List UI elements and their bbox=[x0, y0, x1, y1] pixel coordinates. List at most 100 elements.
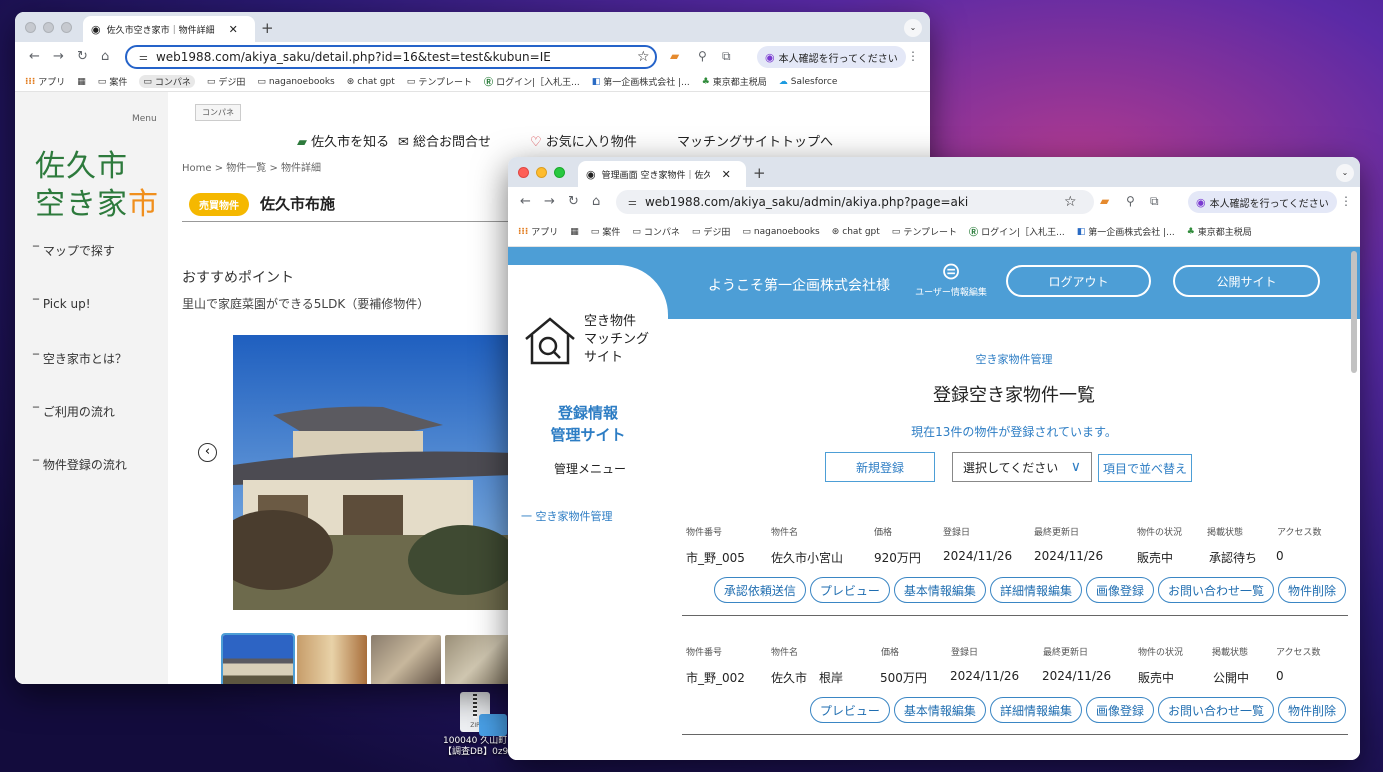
bookmark-star-icon[interactable]: ☆ bbox=[1064, 194, 1077, 210]
thumbnail[interactable] bbox=[297, 635, 367, 684]
side-item-about[interactable]: ‾ 空き家市とは？ bbox=[33, 350, 127, 367]
bookmark-link[interactable]: ◧ 第一企画株式会社 |... bbox=[1077, 225, 1175, 239]
close-tab-icon[interactable]: ✕ bbox=[722, 168, 731, 181]
site-settings-icon[interactable]: ⚌ bbox=[139, 52, 148, 63]
site-settings-icon[interactable]: ⚌ bbox=[628, 197, 637, 208]
inquiry-list-button[interactable]: お問い合わせ一覧 bbox=[1157, 697, 1274, 723]
thumbnail[interactable] bbox=[221, 633, 295, 684]
new-register-button[interactable]: 新規登録 bbox=[825, 452, 935, 482]
nav-matching-top[interactable]: マッチングサイトトップへ bbox=[677, 131, 833, 150]
bookmark-grid-icon[interactable]: ▦ bbox=[77, 77, 86, 87]
home-icon[interactable]: ⌂ bbox=[101, 49, 109, 64]
forward-icon[interactable]: → bbox=[544, 194, 555, 209]
sidebar-item-vacant-house[interactable]: 一 空き家物件管理 bbox=[521, 508, 613, 524]
reload-icon[interactable]: ↻ bbox=[568, 194, 579, 209]
preview-button[interactable]: プレビュー bbox=[809, 697, 890, 723]
nav-contact[interactable]: ✉ 総合お問合せ bbox=[398, 131, 491, 150]
user-edit-button[interactable]: ⊜ ユーザー情報編集 bbox=[911, 257, 991, 298]
admin-logo[interactable]: 空き物件 マッチング サイト bbox=[522, 313, 649, 369]
bookmark-folder[interactable]: ▭ コンパネ bbox=[632, 225, 680, 239]
bookmark-link[interactable]: ♣ 東京都主税局 bbox=[702, 75, 767, 89]
bookmark-apps[interactable]: ⁝⁝⁝ アプリ bbox=[25, 75, 65, 89]
bookmark-folder[interactable]: ▭ テンプレート bbox=[892, 225, 957, 239]
desktop-zip-file[interactable]: ZIP 100040 久山町 【調査DB】0z9山町 bbox=[443, 692, 526, 758]
bookmark-folder[interactable]: ▭ デジ田 bbox=[692, 225, 731, 239]
edit-detail-button[interactable]: 詳細情報編集 bbox=[989, 577, 1082, 603]
image-register-button[interactable]: 画像登録 bbox=[1085, 697, 1154, 723]
edit-basic-button[interactable]: 基本情報編集 bbox=[893, 577, 986, 603]
bookmark-folder[interactable]: ▭ テンプレート bbox=[407, 75, 472, 89]
minimize-window-button[interactable] bbox=[43, 22, 54, 33]
edit-basic-button[interactable]: 基本情報編集 bbox=[893, 697, 986, 723]
nav-favorites[interactable]: ♡ お気に入り物件 bbox=[530, 131, 637, 150]
extension-icon[interactable]: ▰ bbox=[1100, 194, 1109, 208]
bookmark-link[interactable]: ◧ 第一企画株式会社 |... bbox=[592, 75, 690, 89]
home-icon[interactable]: ⌂ bbox=[592, 194, 600, 209]
puzzle-icon[interactable]: ⧉ bbox=[722, 49, 731, 64]
reload-icon[interactable]: ↻ bbox=[77, 49, 88, 64]
bookmark-link[interactable]: ☁ Salesforce bbox=[779, 77, 838, 87]
logout-button[interactable]: ログアウト bbox=[1006, 265, 1151, 297]
preview-button[interactable]: プレビュー bbox=[809, 577, 890, 603]
address-bar[interactable]: ⚌ web1988.com/akiya_saku/admin/akiya.php… bbox=[616, 190, 1094, 214]
delete-property-button[interactable]: 物件削除 bbox=[1277, 697, 1346, 723]
bookmark-folder[interactable]: ▭ コンパネ bbox=[139, 75, 195, 88]
bookmark-link[interactable]: ♣ 東京都主税局 bbox=[1187, 225, 1252, 239]
sort-button[interactable]: 項目で並べ替え bbox=[1098, 454, 1192, 482]
bookmark-folder[interactable]: ▭ naganoebooks bbox=[257, 77, 334, 87]
side-item-register-flow[interactable]: ‾ 物件登録の流れ bbox=[33, 456, 127, 473]
admin-tag[interactable]: コンパネ bbox=[195, 104, 241, 121]
tab-search-button[interactable]: ⌄ bbox=[904, 19, 922, 37]
public-site-button[interactable]: 公開サイト bbox=[1173, 265, 1320, 297]
more-menu-icon[interactable]: ⋮ bbox=[1340, 194, 1352, 208]
site-logo[interactable]: 佐久市 空き家市 bbox=[35, 148, 159, 224]
extension-icon[interactable]: ▰ bbox=[670, 49, 679, 63]
bookmark-apps[interactable]: ⁝⁝⁝ アプリ bbox=[518, 225, 558, 239]
bookmark-folder[interactable]: ▭ naganoebooks bbox=[742, 227, 819, 237]
thumbnail[interactable] bbox=[371, 635, 441, 684]
edit-detail-button[interactable]: 詳細情報編集 bbox=[989, 697, 1082, 723]
prev-photo-button[interactable]: ‹ bbox=[198, 443, 217, 462]
back-icon[interactable]: ← bbox=[520, 194, 531, 209]
browser-tab-active[interactable]: ◉ 管理画面 空き家物件｜佐久市空き ✕ bbox=[578, 161, 746, 187]
close-window-button[interactable] bbox=[25, 22, 36, 33]
more-menu-icon[interactable]: ⋮ bbox=[907, 49, 919, 63]
profile-verify-button[interactable]: ◉ 本人確認を行ってください bbox=[757, 46, 906, 68]
bookmark-folder[interactable]: ▭ 案件 bbox=[591, 225, 621, 239]
pin-extension-icon[interactable]: ⚲ bbox=[1126, 194, 1135, 208]
nav-saku[interactable]: ▰ 佐久市を知る bbox=[297, 131, 389, 150]
pin-extension-icon[interactable]: ⚲ bbox=[698, 49, 707, 63]
new-tab-button[interactable]: + bbox=[261, 19, 274, 37]
bookmark-folder[interactable]: ▭ デジ田 bbox=[207, 75, 246, 89]
bookmark-grid-icon[interactable]: ▦ bbox=[570, 227, 579, 237]
image-register-button[interactable]: 画像登録 bbox=[1085, 577, 1154, 603]
bookmark-link[interactable]: Ⓡ ログイン|［入札王... bbox=[484, 75, 580, 88]
bookmark-star-icon[interactable]: ☆ bbox=[637, 49, 650, 65]
side-item-pickup[interactable]: ‾ Pick up! bbox=[33, 297, 91, 311]
thumbnail[interactable] bbox=[445, 635, 515, 684]
profile-verify-button[interactable]: ◉ 本人確認を行ってください bbox=[1188, 191, 1337, 213]
menu-label[interactable]: Menu bbox=[132, 114, 157, 124]
close-tab-icon[interactable]: ✕ bbox=[229, 23, 238, 36]
minimize-window-button[interactable] bbox=[536, 167, 547, 178]
side-item-map[interactable]: ‾ マップで探す bbox=[33, 242, 115, 259]
new-tab-button[interactable]: + bbox=[753, 164, 766, 182]
forward-icon[interactable]: → bbox=[53, 49, 64, 64]
sort-select[interactable]: 選択してください ∨ bbox=[952, 452, 1092, 482]
delete-property-button[interactable]: 物件削除 bbox=[1277, 577, 1346, 603]
side-item-flow[interactable]: ‾ ご利用の流れ bbox=[33, 403, 115, 420]
close-window-button[interactable] bbox=[518, 167, 529, 178]
back-icon[interactable]: ← bbox=[29, 49, 40, 64]
request-approval-button[interactable]: 承認依頼送信 bbox=[713, 577, 806, 603]
bookmark-folder[interactable]: ▭ 案件 bbox=[98, 75, 128, 89]
scrollbar[interactable] bbox=[1351, 251, 1357, 373]
puzzle-icon[interactable]: ⧉ bbox=[1150, 194, 1159, 209]
bookmark-link[interactable]: ⊛ chat gpt bbox=[832, 227, 880, 237]
browser-tab-active[interactable]: ◉ 佐久市空き家市｜物件詳細｜佐久 ✕ bbox=[83, 16, 255, 42]
inquiry-list-button[interactable]: お問い合わせ一覧 bbox=[1157, 577, 1274, 603]
bookmark-link[interactable]: Ⓡ ログイン|［入札王... bbox=[969, 225, 1065, 238]
address-bar[interactable]: ⚌ web1988.com/akiya_saku/detail.php?id=1… bbox=[125, 45, 657, 69]
bookmark-link[interactable]: ⊛ chat gpt bbox=[347, 77, 395, 87]
tab-search-button[interactable]: ⌄ bbox=[1336, 164, 1354, 182]
zoom-window-button[interactable] bbox=[554, 167, 565, 178]
